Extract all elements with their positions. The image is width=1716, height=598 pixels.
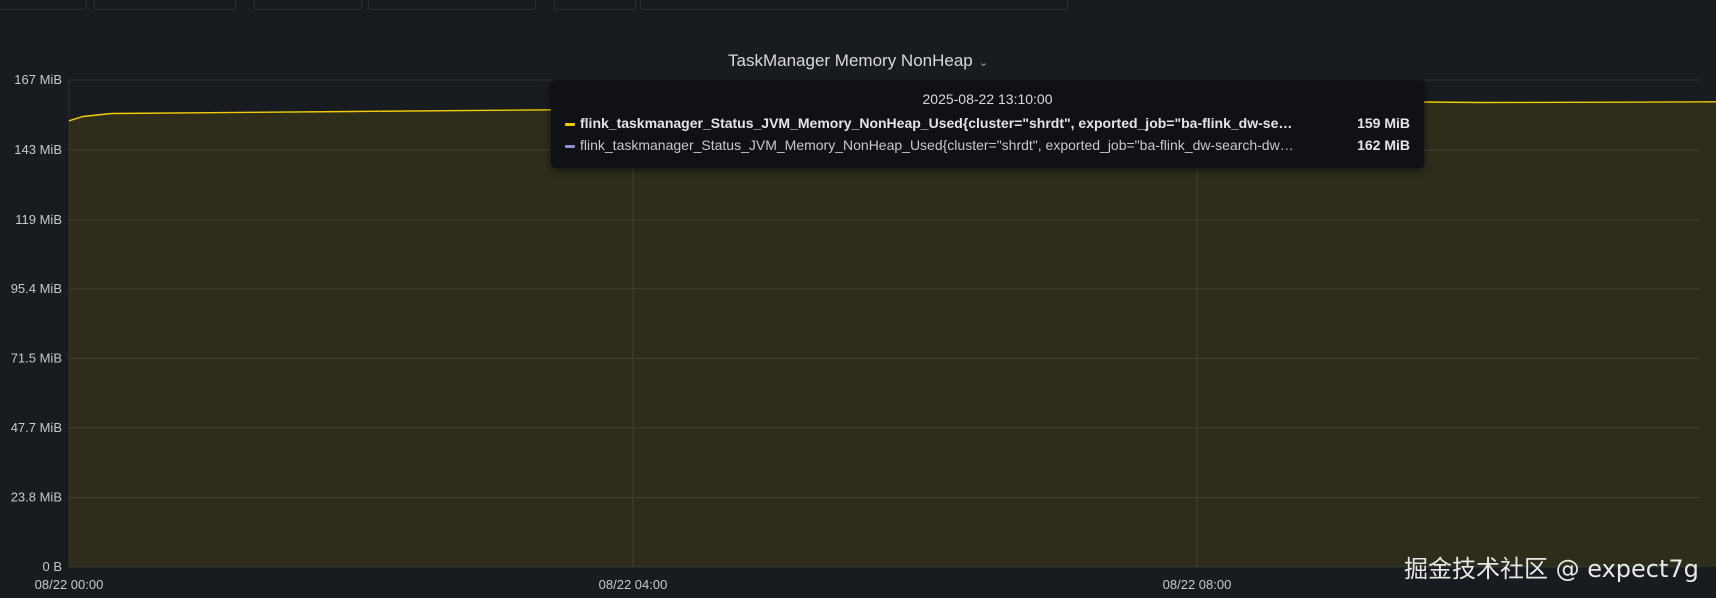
tooltip-series-value: 159 MiB [1357, 115, 1410, 131]
series-color-swatch [565, 145, 575, 148]
tooltip-row: flink_taskmanager_Status_JVM_Memory_NonH… [565, 137, 1410, 155]
hover-tooltip: 2025-08-22 13:10:00 flink_taskmanager_St… [551, 80, 1424, 168]
tooltip-series-label: flink_taskmanager_Status_JVM_Memory_NonH… [580, 137, 1300, 153]
y-tick-label: 0 B [42, 559, 62, 574]
tooltip-series-label: flink_taskmanager_Status_JVM_Memory_NonH… [580, 115, 1300, 131]
y-tick-label: 119 MiB [15, 212, 62, 227]
x-tick-label: 08/22 08:00 [1163, 577, 1232, 592]
y-tick-label: 95.4 MiB [11, 281, 62, 296]
y-tick-label: 47.7 MiB [11, 420, 62, 435]
tooltip-time: 2025-08-22 13:10:00 [922, 91, 1053, 107]
tooltip-series-value: 162 MiB [1357, 137, 1410, 153]
y-tick-label: 23.8 MiB [11, 490, 62, 505]
series-color-swatch [565, 123, 575, 126]
y-tick-label: 143 MiB [14, 142, 62, 157]
tooltip-row: flink_taskmanager_Status_JVM_Memory_NonH… [565, 115, 1410, 133]
x-tick-label: 08/22 04:00 [599, 577, 668, 592]
y-tick-label: 71.5 MiB [11, 350, 62, 365]
x-tick-label: 08/22 00:00 [35, 577, 104, 592]
y-tick-label: 167 MiB [14, 72, 62, 87]
watermark: 掘金技术社区 @ expect7g [1404, 555, 1699, 583]
